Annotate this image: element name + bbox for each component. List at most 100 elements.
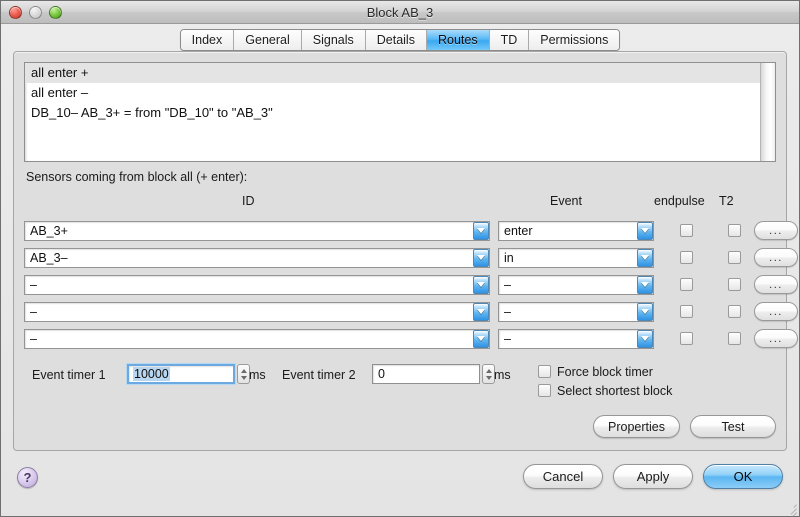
sensor-row: AB_3– in ... — [14, 244, 798, 271]
sensor-id-value: – — [30, 304, 37, 319]
tab-index[interactable]: Index — [180, 30, 235, 50]
event-timer-1-label: Event timer 1 — [32, 368, 106, 382]
tab-permissions[interactable]: Permissions — [529, 30, 620, 50]
sensor-event-dropdown[interactable]: enter — [498, 220, 654, 241]
t2-checkbox[interactable] — [728, 305, 741, 318]
chevron-down-icon[interactable] — [473, 329, 489, 348]
routes-list[interactable]: all enter + all enter – DB_10– AB_3+ = f… — [24, 62, 776, 162]
sensor-options-button[interactable]: ... — [754, 329, 798, 348]
event-timer-1-stepper[interactable]: 10000 — [126, 363, 250, 385]
event-timer-2-stepper[interactable]: 0 — [372, 364, 495, 384]
zoom-button[interactable] — [49, 5, 62, 19]
cancel-button[interactable]: Cancel — [523, 464, 603, 489]
sensor-event-value: – — [504, 304, 511, 319]
sensor-event-dropdown[interactable]: in — [498, 247, 654, 268]
chevron-down-icon[interactable] — [637, 329, 653, 348]
test-button[interactable]: Test — [690, 415, 776, 438]
sensor-event-value: – — [504, 331, 511, 346]
sensor-event-dropdown[interactable]: – — [498, 328, 654, 349]
column-header-id: ID — [242, 194, 255, 208]
sensor-event-value: in — [504, 250, 514, 265]
list-item[interactable]: DB_10– AB_3+ = from "DB_10" to "AB_3" — [25, 103, 760, 123]
sensor-options-button[interactable]: ... — [754, 248, 798, 267]
stepper-up-icon[interactable] — [240, 368, 247, 373]
sensor-rows: AB_3+ enter ... AB_3– in ... – – ... – –… — [14, 217, 798, 352]
select-shortest-block-checkbox[interactable] — [538, 384, 551, 397]
close-button[interactable] — [9, 5, 22, 19]
minimize-button[interactable] — [29, 5, 42, 19]
sensor-id-dropdown[interactable]: – — [24, 328, 490, 349]
sensor-row: – – ... — [14, 325, 798, 352]
sensors-column-headers: ID Event endpulse T2 — [14, 194, 786, 210]
sensor-event-dropdown[interactable]: – — [498, 274, 654, 295]
ok-button[interactable]: OK — [703, 464, 783, 489]
properties-button[interactable]: Properties — [593, 415, 680, 438]
event-timer-2-value: 0 — [378, 367, 385, 381]
stepper-down-icon[interactable] — [485, 375, 492, 380]
list-item[interactable]: all enter – — [25, 83, 760, 103]
sensor-id-dropdown[interactable]: AB_3+ — [24, 220, 490, 241]
tab-routes[interactable]: Routes — [426, 30, 490, 50]
force-block-timer-row[interactable]: Force block timer — [538, 362, 672, 381]
sensor-options-button[interactable]: ... — [754, 302, 798, 321]
event-timer-1-input[interactable]: 10000 — [126, 363, 236, 385]
chevron-down-icon[interactable] — [637, 302, 653, 321]
sensor-id-dropdown[interactable]: – — [24, 274, 490, 295]
chevron-down-icon[interactable] — [637, 221, 653, 240]
sensor-event-value: – — [504, 277, 511, 292]
event-timer-2-unit: ms — [494, 368, 511, 382]
select-shortest-block-label: Select shortest block — [557, 383, 673, 398]
window-controls — [1, 5, 62, 19]
tab-details[interactable]: Details — [365, 30, 427, 50]
force-block-timer-checkbox[interactable] — [538, 365, 551, 378]
apply-button[interactable]: Apply — [613, 464, 693, 489]
sensor-id-value: AB_3– — [30, 250, 68, 265]
select-shortest-block-row[interactable]: Select shortest block — [538, 381, 672, 400]
endpulse-checkbox[interactable] — [680, 251, 693, 264]
t2-checkbox[interactable] — [728, 278, 741, 291]
chevron-down-icon[interactable] — [473, 302, 489, 321]
sensor-id-dropdown[interactable]: AB_3– — [24, 247, 490, 268]
t2-checkbox[interactable] — [728, 251, 741, 264]
sensor-id-value: AB_3+ — [30, 223, 68, 238]
routes-list-scrollbar[interactable] — [760, 63, 775, 161]
routes-list-items: all enter + all enter – DB_10– AB_3+ = f… — [25, 63, 760, 161]
sensor-event-dropdown[interactable]: – — [498, 301, 654, 322]
chevron-down-icon[interactable] — [473, 275, 489, 294]
endpulse-checkbox[interactable] — [680, 305, 693, 318]
sensor-row: – – ... — [14, 298, 798, 325]
dialog-buttons: Cancel Apply OK — [523, 464, 783, 489]
event-timer-2-label: Event timer 2 — [282, 368, 356, 382]
timer-options: Force block timer Select shortest block — [538, 362, 672, 400]
chevron-down-icon[interactable] — [637, 275, 653, 294]
tab-td[interactable]: TD — [489, 30, 530, 50]
event-timer-2-input[interactable]: 0 — [372, 364, 480, 384]
sensor-row: AB_3+ enter ... — [14, 217, 798, 244]
sensor-options-button[interactable]: ... — [754, 221, 798, 240]
chevron-down-icon[interactable] — [637, 248, 653, 267]
tab-signals[interactable]: Signals — [301, 30, 366, 50]
endpulse-checkbox[interactable] — [680, 224, 693, 237]
sensor-id-value: – — [30, 277, 37, 292]
stepper-up-icon[interactable] — [485, 368, 492, 373]
panel-action-buttons: Properties Test — [593, 415, 776, 438]
routes-panel: all enter + all enter – DB_10– AB_3+ = f… — [13, 51, 798, 451]
event-timer-1-value: 10000 — [133, 367, 170, 381]
chevron-down-icon[interactable] — [473, 248, 489, 267]
t2-checkbox[interactable] — [728, 224, 741, 237]
list-item[interactable]: all enter + — [25, 63, 760, 83]
endpulse-checkbox[interactable] — [680, 332, 693, 345]
sensor-options-button[interactable]: ... — [754, 275, 798, 294]
resize-grip-icon[interactable] — [783, 501, 797, 517]
help-icon[interactable]: ? — [17, 467, 38, 488]
sensor-id-dropdown[interactable]: – — [24, 301, 490, 322]
sensor-id-value: – — [30, 331, 37, 346]
t2-checkbox[interactable] — [728, 332, 741, 345]
stepper-down-icon[interactable] — [240, 375, 247, 380]
chevron-down-icon[interactable] — [473, 221, 489, 240]
tab-general[interactable]: General — [234, 30, 302, 50]
endpulse-checkbox[interactable] — [680, 278, 693, 291]
column-header-endpulse: endpulse — [654, 194, 705, 208]
title-bar[interactable]: Block AB_3 — [1, 1, 799, 24]
column-header-event: Event — [550, 194, 582, 208]
